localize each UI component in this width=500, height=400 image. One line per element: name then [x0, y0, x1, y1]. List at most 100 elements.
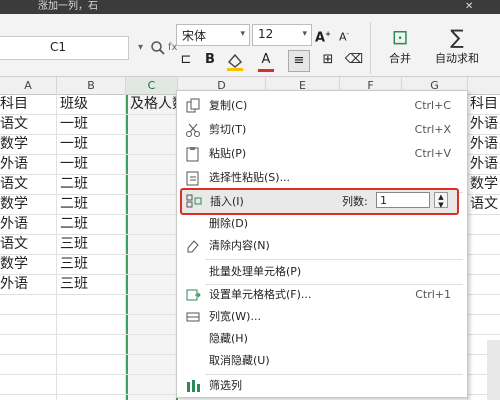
- menu-label: 批量处理单元格(P): [209, 265, 302, 278]
- format-cells-icon: [186, 289, 201, 301]
- menu-item-copy[interactable]: 复制(C) Ctrl+C: [177, 95, 467, 117]
- font-family-select[interactable]: 宋体 ▾: [176, 24, 250, 46]
- menu-item-unhide[interactable]: 取消隐藏(U): [177, 350, 467, 372]
- cell-b2[interactable]: 一班: [60, 115, 88, 134]
- copy-icon: [186, 98, 200, 113]
- menu-label: 粘贴(P): [209, 147, 247, 160]
- cell-b6[interactable]: 二班: [60, 195, 88, 214]
- menu-label: 清除内容(N): [209, 239, 270, 252]
- font-color-button[interactable]: A: [256, 50, 276, 70]
- column-count-label: 列数:: [342, 195, 368, 208]
- grow-font-button[interactable]: A+: [313, 24, 333, 45]
- cell-b9[interactable]: 三班: [60, 255, 88, 274]
- cell-b1[interactable]: 班级: [60, 95, 88, 114]
- column-header-b[interactable]: B: [57, 77, 126, 95]
- column-header-h[interactable]: [468, 77, 500, 95]
- menu-shortcut: Ctrl+1: [415, 288, 451, 301]
- cell-b8[interactable]: 三班: [60, 235, 88, 254]
- merge-button[interactable]: ⊡ 合并: [374, 24, 426, 74]
- menu-label: 筛选列: [209, 379, 242, 392]
- menu-item-hide[interactable]: 隐藏(H): [177, 328, 467, 350]
- fill-color-icon[interactable]: [224, 50, 246, 72]
- cell-c1[interactable]: 及格人数: [130, 95, 176, 114]
- scissors-icon: [186, 123, 200, 137]
- menu-shortcut: Ctrl+V: [414, 147, 451, 160]
- insert-column-icon: [186, 194, 202, 208]
- menu-label: 删除(D): [209, 217, 249, 230]
- menu-item-delete[interactable]: 删除(D): [177, 213, 467, 235]
- font-size-value: 12: [258, 27, 274, 41]
- shrink-font-button[interactable]: A-: [334, 24, 354, 44]
- cell-b5[interactable]: 二班: [60, 175, 88, 194]
- paste-special-icon: [186, 171, 199, 186]
- cell-a4[interactable]: 外语: [0, 155, 28, 174]
- cell-b7[interactable]: 二班: [60, 215, 88, 234]
- menu-item-paste-special[interactable]: 选择性粘贴(S)...: [177, 167, 467, 189]
- menu-label: 复制(C): [209, 99, 248, 112]
- menu-label: 剪切(T): [209, 123, 247, 136]
- border-icon[interactable]: ⊞: [318, 50, 338, 70]
- name-box-value: C1: [50, 40, 67, 54]
- insert-label: 插入(I): [210, 195, 244, 208]
- menu-item-column-width[interactable]: 列宽(W)...: [177, 306, 467, 328]
- cell-a3[interactable]: 数学: [0, 135, 28, 154]
- chevron-down-icon: ▾: [302, 29, 307, 39]
- cell-h2[interactable]: 外语: [470, 115, 500, 134]
- cell-h1[interactable]: 科目: [470, 95, 500, 114]
- cell-h3[interactable]: 外语: [470, 135, 500, 154]
- autosum-label: 自动求和: [435, 52, 479, 65]
- column-width-icon: [186, 312, 200, 322]
- font-family-value: 宋体: [182, 29, 207, 43]
- title-caption: 涨加一列，石: [38, 1, 98, 12]
- menu-item-batch[interactable]: 批量处理单元格(P): [177, 261, 467, 283]
- name-box[interactable]: C1: [0, 36, 129, 60]
- close-icon[interactable]: ✕: [465, 0, 473, 14]
- menu-item-paste[interactable]: 粘贴(P) Ctrl+V: [177, 143, 467, 165]
- merge-icon: ⊡: [391, 25, 409, 49]
- font-size-select[interactable]: 12 ▾: [252, 24, 312, 46]
- column-count-stepper[interactable]: ▲ ▼: [434, 192, 448, 209]
- menu-shortcut: Ctrl+C: [414, 99, 451, 112]
- menu-divider: [205, 259, 463, 260]
- merge-label: 合并: [389, 52, 411, 65]
- menu-item-cut[interactable]: 剪切(T) Ctrl+X: [177, 119, 467, 141]
- cell-a9[interactable]: 数学: [0, 255, 28, 274]
- zoom-icon[interactable]: [150, 40, 166, 56]
- bold-button[interactable]: B: [200, 50, 220, 70]
- cell-h4[interactable]: 外语: [470, 155, 500, 174]
- column-header-c[interactable]: C: [126, 77, 178, 95]
- menu-item-format-cells[interactable]: 设置单元格格式(F)... Ctrl+1: [177, 284, 467, 306]
- align-center-button[interactable]: ≡: [288, 50, 310, 72]
- menu-label: 设置单元格格式(F)...: [209, 288, 312, 301]
- vertical-scrollbar[interactable]: [487, 340, 500, 400]
- cell-b4[interactable]: 一班: [60, 155, 88, 174]
- menu-shortcut: Ctrl+X: [414, 123, 451, 136]
- menu-item-clear[interactable]: 清除内容(N): [177, 235, 467, 257]
- cell-h5[interactable]: 数学: [470, 175, 500, 194]
- sigma-icon: ∑: [450, 25, 464, 49]
- column-count-input[interactable]: 1: [376, 192, 430, 208]
- filter-column-icon: [187, 380, 200, 392]
- menu-item-insert[interactable]: 插入(I) 列数: 1 ▲ ▼: [180, 188, 459, 215]
- toolbar-divider: [370, 22, 371, 74]
- chevron-down-icon: ▾: [240, 29, 245, 39]
- chevron-down-icon[interactable]: ▾: [138, 42, 143, 53]
- cell-a10[interactable]: 外语: [0, 275, 28, 294]
- cell-b3[interactable]: 一班: [60, 135, 88, 154]
- cell-a7[interactable]: 外语: [0, 215, 28, 234]
- cell-b10[interactable]: 三班: [60, 275, 88, 294]
- cell-a2[interactable]: 语文: [0, 115, 28, 134]
- menu-item-filter-column[interactable]: 筛选列: [177, 375, 467, 397]
- menu-label: 列宽(W)...: [209, 310, 261, 323]
- column-header-a[interactable]: A: [0, 77, 57, 95]
- cell-a6[interactable]: 数学: [0, 195, 28, 214]
- cell-a8[interactable]: 语文: [0, 235, 28, 254]
- eraser-icon: [187, 240, 199, 253]
- wrap-icon[interactable]: ⊏: [176, 50, 196, 70]
- autosum-button[interactable]: ∑ 自动求和: [426, 24, 488, 74]
- cell-a1[interactable]: 科目: [0, 95, 28, 114]
- eraser-icon[interactable]: ⌫: [344, 50, 364, 70]
- menu-label: 取消隐藏(U): [209, 354, 270, 367]
- cell-a5[interactable]: 语文: [0, 175, 28, 194]
- cell-h6[interactable]: 语文: [470, 195, 500, 214]
